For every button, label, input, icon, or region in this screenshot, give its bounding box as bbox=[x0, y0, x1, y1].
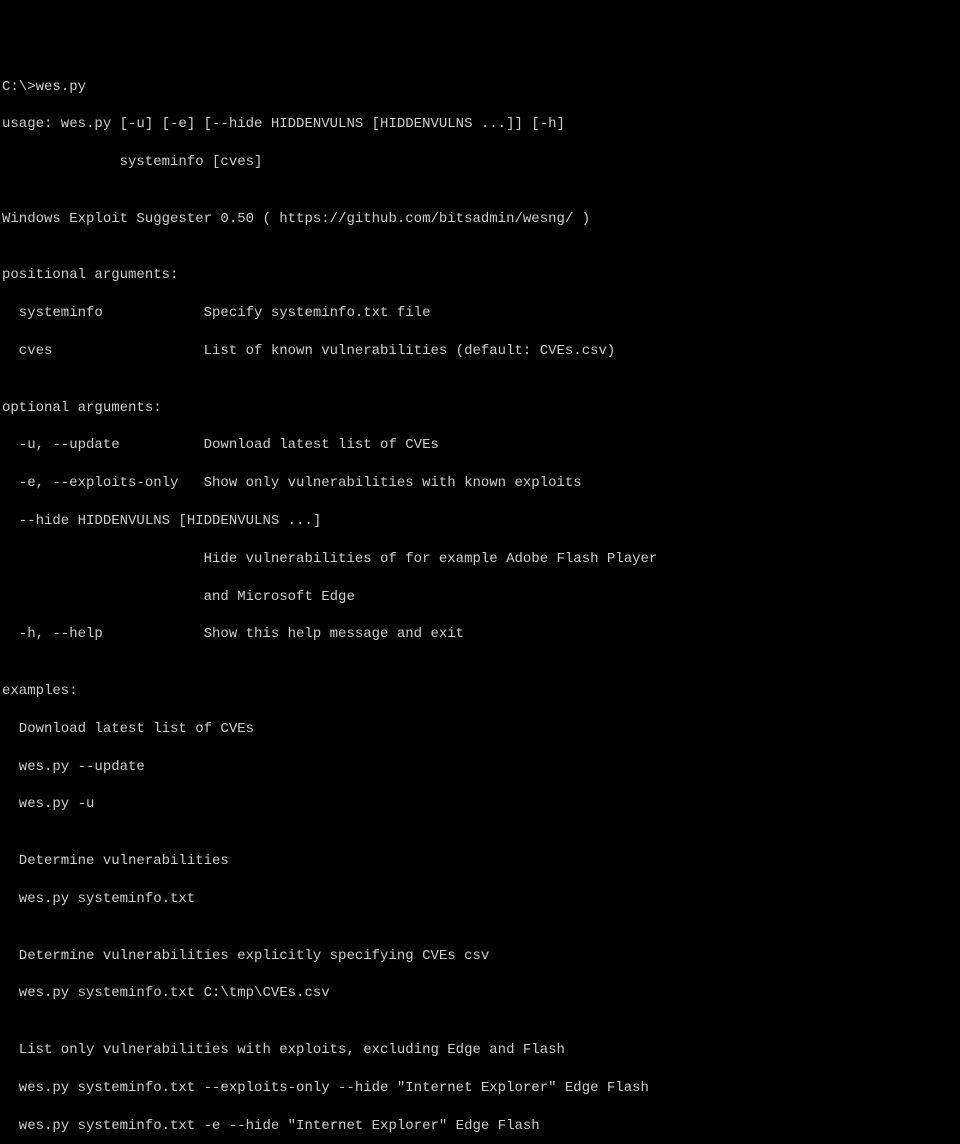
optional-arg-exploits-only: -e, --exploits-only Show only vulnerabil… bbox=[2, 474, 960, 493]
usage-line-1: usage: wes.py [-u] [-e] [--hide HIDDENVU… bbox=[2, 115, 960, 134]
optional-arg-update: -u, --update Download latest list of CVE… bbox=[2, 436, 960, 455]
usage-line-2: systeminfo [cves] bbox=[2, 153, 960, 172]
example-1-cmd1: wes.py --update bbox=[2, 758, 960, 777]
example-4-cmd1: wes.py systeminfo.txt --exploits-only --… bbox=[2, 1079, 960, 1098]
example-3-desc: Determine vulnerabilities explicitly spe… bbox=[2, 947, 960, 966]
command-input-1: wes.py bbox=[36, 79, 86, 95]
example-2-desc: Determine vulnerabilities bbox=[2, 852, 960, 871]
optional-args-header: optional arguments: bbox=[2, 399, 960, 418]
optional-arg-hide-desc1: Hide vulnerabilities of for example Adob… bbox=[2, 550, 960, 569]
prompt-1: C:\> bbox=[2, 79, 36, 95]
positional-arg-systeminfo: systeminfo Specify systeminfo.txt file bbox=[2, 304, 960, 323]
optional-arg-hide-desc2: and Microsoft Edge bbox=[2, 588, 960, 607]
title-line: Windows Exploit Suggester 0.50 ( https:/… bbox=[2, 210, 960, 229]
optional-arg-hide: --hide HIDDENVULNS [HIDDENVULNS ...] bbox=[2, 512, 960, 531]
example-4-cmd2: wes.py systeminfo.txt -e --hide "Interne… bbox=[2, 1117, 960, 1136]
positional-arg-cves: cves List of known vulnerabilities (defa… bbox=[2, 342, 960, 361]
example-1-desc: Download latest list of CVEs bbox=[2, 720, 960, 739]
example-4-desc: List only vulnerabilities with exploits,… bbox=[2, 1041, 960, 1060]
prompt-line-1: C:\>wes.py bbox=[2, 78, 960, 97]
optional-arg-help: -h, --help Show this help message and ex… bbox=[2, 625, 960, 644]
examples-header: examples: bbox=[2, 682, 960, 701]
example-1-cmd2: wes.py -u bbox=[2, 795, 960, 814]
example-3-cmd1: wes.py systeminfo.txt C:\tmp\CVEs.csv bbox=[2, 984, 960, 1003]
positional-args-header: positional arguments: bbox=[2, 266, 960, 285]
example-2-cmd1: wes.py systeminfo.txt bbox=[2, 890, 960, 909]
